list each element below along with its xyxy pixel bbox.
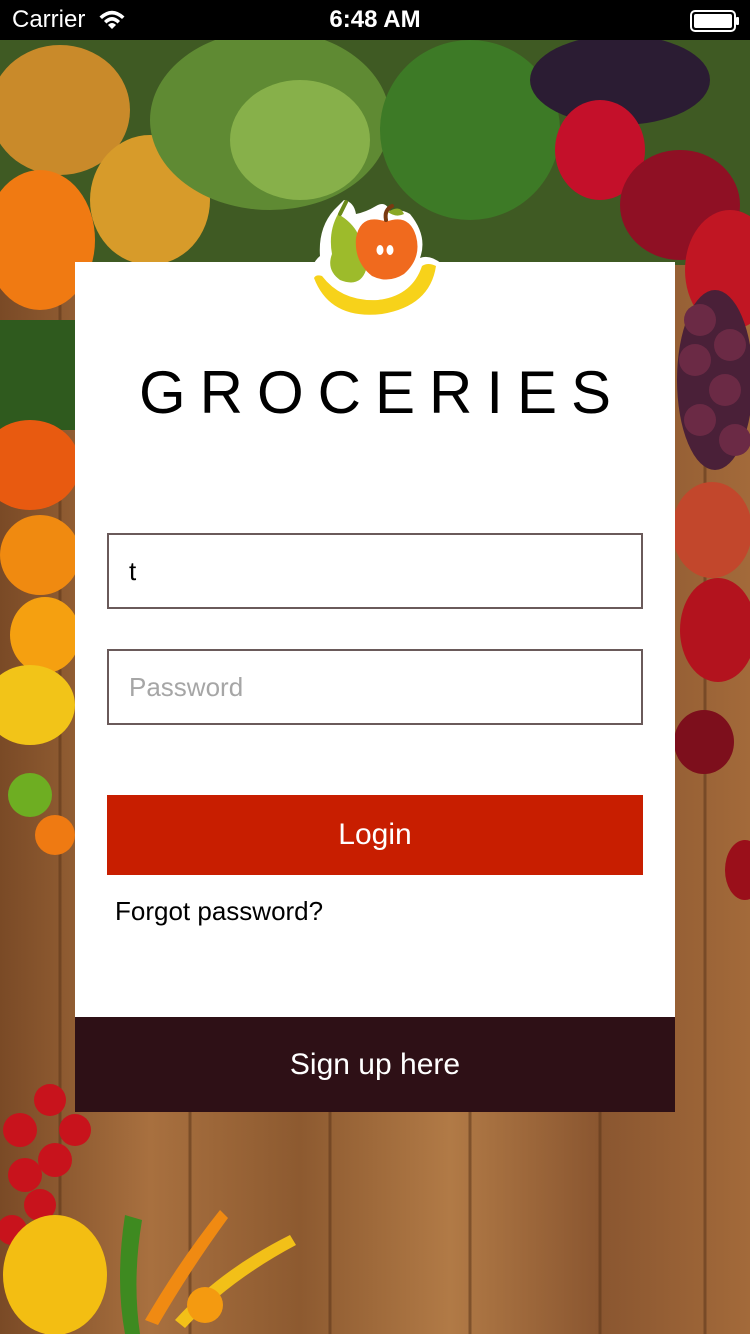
app-title: GROCERIES	[138, 359, 626, 426]
signup-button[interactable]: Sign up here	[75, 1017, 675, 1112]
password-field[interactable]	[107, 649, 643, 725]
login-screen: Carrier 6:48 AM GROCERIES Lo	[0, 0, 750, 1334]
email-field[interactable]	[107, 533, 643, 609]
login-button[interactable]: Login	[107, 795, 643, 875]
login-card: GROCERIES Login Forgot password? Sign up…	[75, 262, 675, 1112]
status-bar: Carrier 6:48 AM	[0, 0, 750, 40]
status-time: 6:48 AM	[329, 6, 421, 33]
battery-icon	[690, 10, 739, 32]
forgot-password-link[interactable]: Forgot password?	[115, 896, 323, 926]
fruit-basket-logo	[310, 200, 442, 324]
